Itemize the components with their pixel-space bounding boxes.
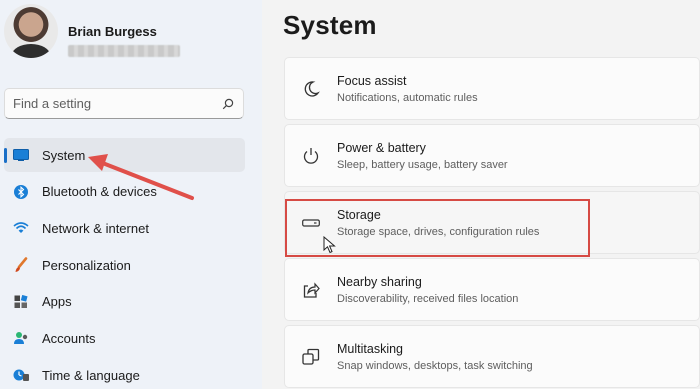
card-subtitle: Snap windows, desktops, task switching [337,359,533,372]
moon-icon [301,79,321,99]
storage-drive-icon [301,213,321,233]
card-title: Storage [337,207,381,222]
card-subtitle: Sleep, battery usage, battery saver [337,158,508,171]
user-profile[interactable]: Brian Burgess [4,4,180,74]
card-title: Power & battery [337,140,426,155]
brush-icon [13,257,29,273]
profile-email-redacted [68,45,180,57]
sidebar-item-system[interactable]: System [4,138,245,172]
card-title: Focus assist [337,73,407,88]
sidebar-item-time-language[interactable]: Time & language [4,358,250,389]
page-title: System [283,10,377,40]
sidebar-item-personalization[interactable]: Personalization [4,248,250,282]
sidebar-item-label: Personalization [42,257,131,273]
card-subtitle: Storage space, drives, configuration rul… [337,225,540,238]
card-title: Multitasking [337,341,403,356]
sidebar-item-label: Accounts [42,330,96,346]
sidebar-item-label: System [42,147,86,163]
search-icon[interactable] [221,97,235,111]
time-language-icon [13,367,29,383]
sidebar-item-label: Apps [42,294,72,310]
system-icon [13,147,29,163]
card-subtitle: Notifications, automatic rules [337,91,478,104]
sidebar-item-label: Network & internet [42,220,149,236]
sidebar-nav: System Bluetooth & devices Network & int… [0,138,250,389]
sidebar-item-apps[interactable]: Apps [4,285,250,319]
setting-card-nearby-sharing[interactable]: Nearby sharing Discoverability, received… [284,258,700,321]
apps-icon [13,294,29,310]
setting-card-focus-assist[interactable]: Focus assist Notifications, automatic ru… [284,57,700,120]
setting-card-multitasking[interactable]: Multitasking Snap windows, desktops, tas… [284,325,700,388]
setting-card-power-battery[interactable]: Power & battery Sleep, battery usage, ba… [284,124,700,187]
sidebar-item-bluetooth-devices[interactable]: Bluetooth & devices [4,175,250,209]
setting-card-storage[interactable]: Storage Storage space, drives, configura… [284,191,700,254]
sidebar-item-accounts[interactable]: Accounts [4,321,250,355]
wifi-icon [13,220,29,236]
sidebar-item-label: Bluetooth & devices [42,184,157,200]
sidebar-item-network-internet[interactable]: Network & internet [4,211,250,245]
profile-name: Brian Burgess [68,24,157,39]
sidebar-item-label: Time & language [42,367,140,383]
accounts-icon [13,330,29,346]
avatar[interactable] [4,4,58,58]
sidebar: Brian Burgess Find a setting System Blue… [0,0,262,389]
bluetooth-icon [13,184,29,200]
power-icon [301,146,321,166]
multitasking-icon [301,347,321,367]
card-title: Nearby sharing [337,274,422,289]
search-input[interactable]: Find a setting [13,96,221,111]
card-subtitle: Discoverability, received files location [337,292,519,305]
search-box[interactable]: Find a setting [4,88,244,119]
share-icon [301,280,321,300]
main-content: System Focus assist Notifications, autom… [262,0,700,389]
